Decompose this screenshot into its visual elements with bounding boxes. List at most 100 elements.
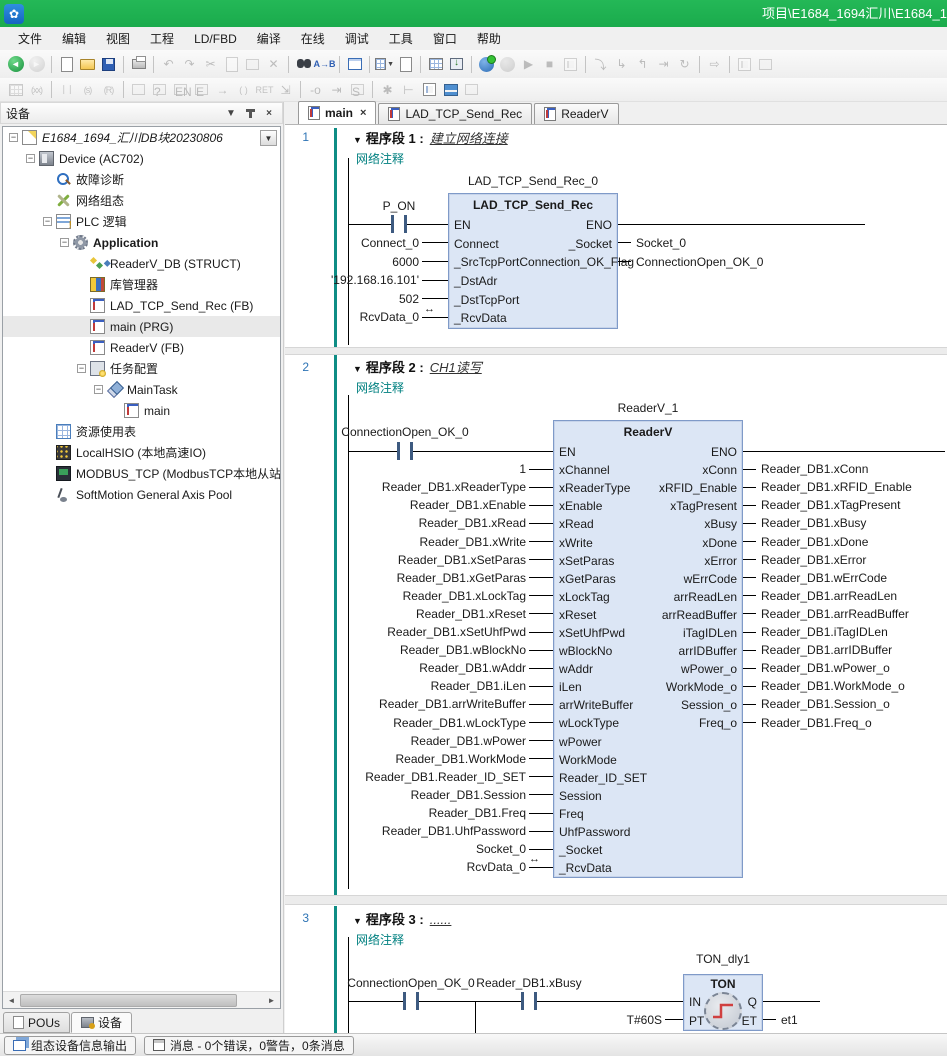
tree-item-6[interactable]: ReaderV_DB (STRUCT) [3, 253, 280, 274]
input-operand[interactable]: Reader_DB1.xRead [419, 515, 553, 531]
input-operand[interactable]: Reader_DB1.Reader_ID_SET [365, 769, 553, 785]
instance-name[interactable]: LAD_TCP_Send_Rec_0 [403, 174, 663, 188]
menu-item-4[interactable]: LD/FBD [184, 29, 247, 49]
device-tree-hscrollbar[interactable]: ◄ ► [3, 991, 280, 1008]
network-header[interactable]: ▼程序段 3 :...... [353, 909, 451, 928]
output-operand[interactable]: Reader_DB1.arrReadLen [743, 588, 897, 604]
scroll-left-icon[interactable]: ◄ [3, 993, 20, 1008]
output-operand[interactable]: Reader_DB1.xError [743, 552, 866, 568]
input-operand[interactable]: Reader_DB1.xSetParas [398, 552, 553, 568]
network-title-comment[interactable]: CH1读写 [430, 360, 482, 375]
output-operand[interactable]: Reader_DB1.Freq_o [743, 715, 872, 731]
negate-icon[interactable]: -o [306, 80, 325, 99]
window-copy-icon[interactable] [756, 55, 775, 74]
input-operand[interactable]: '192.168.16.101' [331, 272, 448, 288]
add-device-icon[interactable]: ▼ [375, 55, 394, 74]
input-operand[interactable]: Reader_DB1.xSetUhfPwd [387, 624, 553, 640]
input-operand[interactable]: Reader_DB1.wAddr [419, 660, 553, 676]
nav-back-icon[interactable]: ◄ [6, 55, 25, 74]
network-number[interactable]: 2 [285, 360, 309, 374]
save-icon[interactable] [99, 55, 118, 74]
input-operand[interactable]: Reader_DB1.arrWriteBuffer [379, 696, 553, 712]
input-operand[interactable]: Reader_DB1.WorkMode [395, 751, 553, 767]
compile-icon[interactable] [426, 55, 445, 74]
menu-item-3[interactable]: 工程 [140, 27, 184, 50]
network-collapse-icon[interactable]: ▼ [353, 135, 362, 145]
insert-block-en-icon[interactable]: EN [171, 80, 190, 99]
network-title-comment[interactable]: 建立网络连接 [430, 131, 508, 146]
toggle-network-title-icon[interactable] [462, 80, 481, 99]
panel-tab-设备[interactable]: 设备 [71, 1012, 132, 1033]
input-operand[interactable]: Connect_0 [361, 235, 448, 251]
editor-tab-main[interactable]: main× [298, 101, 376, 124]
output-operand[interactable]: Reader_DB1.arrIDBuffer [743, 642, 892, 658]
paste-icon[interactable] [243, 55, 262, 74]
nav-forward-icon[interactable]: ► [27, 55, 46, 74]
network-comment[interactable]: 网络注释 [356, 379, 404, 396]
download-icon[interactable] [447, 55, 466, 74]
editor-tab-readerv[interactable]: ReaderV [534, 103, 618, 124]
output-operand[interactable]: Reader_DB1.wErrCode [743, 570, 887, 586]
tree-item-1[interactable]: −Device (AC702) [3, 148, 280, 169]
input-operand[interactable]: RcvData_0 [467, 859, 553, 875]
statusbar-button-0[interactable]: 组态设备信息输出 [4, 1036, 136, 1055]
insert-contact-negated-icon[interactable]: (s) [78, 80, 97, 99]
input-operand[interactable]: Socket_0 [476, 841, 553, 857]
input-operand[interactable]: Reader_DB1.wBlockNo [400, 642, 553, 658]
run-icon[interactable]: ▶ [519, 55, 538, 74]
copy-icon[interactable] [222, 55, 241, 74]
step-into-icon[interactable]: ↳ [612, 55, 631, 74]
tree-expander-icon[interactable]: − [77, 364, 86, 373]
contact-operand[interactable]: ConnectionOpen_OK_0 [295, 425, 515, 439]
tree-item-0[interactable]: −E1684_1694_汇川DB块20230806▼ [3, 127, 280, 148]
tree-item-12[interactable]: −MainTask [3, 379, 280, 400]
menu-item-10[interactable]: 帮助 [467, 27, 511, 50]
scroll-right-icon[interactable]: ► [263, 993, 280, 1008]
input-operand[interactable]: Reader_DB1.xReset [416, 606, 553, 622]
insert-network-icon[interactable] [6, 80, 25, 99]
input-operand[interactable]: Reader_DB1.Session [411, 787, 553, 803]
instance-name[interactable]: TON_dly1 [593, 952, 853, 966]
network-comment[interactable]: 网络注释 [356, 931, 404, 948]
step-over-icon[interactable]: ⤵ [591, 55, 610, 74]
network-comment[interactable]: 网络注释 [356, 150, 404, 167]
panel-tab-pous[interactable]: POUs [3, 1012, 70, 1033]
redo-icon[interactable]: ↷ [180, 55, 199, 74]
scan-device-icon[interactable] [396, 55, 415, 74]
insert-assignment-icon[interactable]: → [213, 80, 232, 99]
input-operand[interactable]: 1 [519, 461, 553, 477]
panel-pin-icon[interactable] [242, 105, 258, 121]
input-operand[interactable]: Reader_DB1.xLockTag [403, 588, 553, 604]
tree-item-15[interactable]: LocalHSIO (本地高速IO) [3, 442, 280, 463]
insert-block-eno-icon[interactable]: E [192, 80, 211, 99]
input-operand[interactable]: T#60S [627, 1012, 683, 1028]
tree-item-5[interactable]: −Application [3, 232, 280, 253]
input-operand[interactable]: Reader_DB1.wPower [411, 733, 553, 749]
tree-root-dropdown-icon[interactable]: ▼ [260, 130, 277, 146]
output-operand[interactable]: Reader_DB1.arrReadBuffer [743, 606, 909, 622]
output-operand[interactable]: et1 [763, 1012, 798, 1028]
tree-expander-icon[interactable]: − [9, 133, 18, 142]
menu-item-1[interactable]: 编辑 [52, 27, 96, 50]
undo-icon[interactable]: ↶ [159, 55, 178, 74]
menu-item-2[interactable]: 视图 [96, 27, 140, 50]
tree-item-14[interactable]: 资源使用表 [3, 421, 280, 442]
network-header[interactable]: ▼程序段 2 :CH1读写 [353, 357, 482, 376]
output-operand[interactable]: ConnectionOpen_OK_0 [618, 254, 763, 270]
network-number[interactable]: 1 [285, 130, 309, 144]
network-collapse-icon[interactable]: ▼ [353, 916, 362, 926]
tree-item-8[interactable]: LAD_TCP_Send_Rec (FB) [3, 295, 280, 316]
open-project-icon[interactable] [78, 55, 97, 74]
input-operand[interactable]: 6000 [392, 254, 448, 270]
editor-tab-lad_tcp_send_rec[interactable]: LAD_TCP_Send_Rec [378, 103, 532, 124]
reset-warm-icon[interactable]: ↻ [675, 55, 694, 74]
menu-item-5[interactable]: 编译 [247, 27, 291, 50]
menu-item-6[interactable]: 在线 [291, 27, 335, 50]
contact[interactable] [400, 441, 410, 461]
contact[interactable] [524, 991, 534, 1011]
login-icon[interactable] [477, 55, 496, 74]
insert-contact-parallel-icon[interactable]: (R) [99, 80, 118, 99]
input-operand[interactable]: Reader_DB1.xEnable [410, 497, 553, 513]
function-block[interactable]: ReaderVENENOxChannelxConnxReaderTypexRFI… [553, 420, 743, 878]
instance-name[interactable]: ReaderV_1 [518, 401, 778, 415]
